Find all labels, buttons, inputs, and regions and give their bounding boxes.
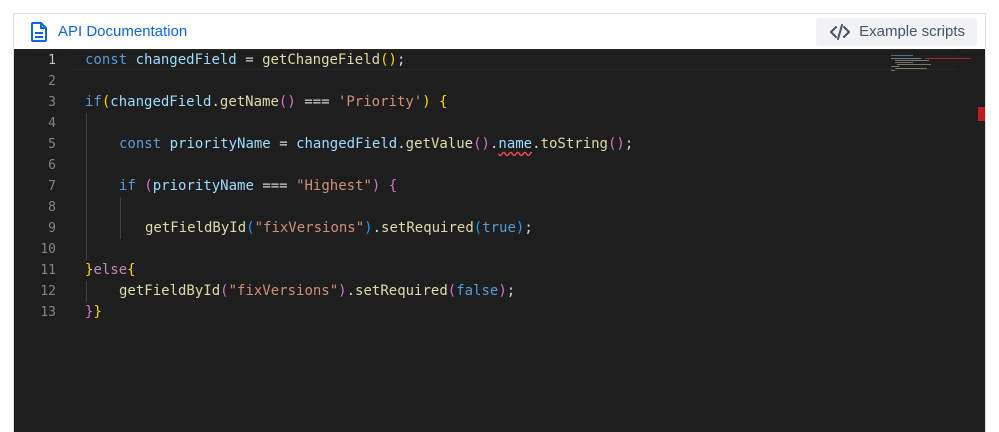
minimap[interactable] [891,55,971,85]
punctuation: . [372,220,382,236]
function-name: getName [219,94,279,110]
function-name: getChangeField [262,52,381,68]
punctuation: ; [506,283,516,299]
boolean-literal: true [482,220,516,236]
bracket: ) [364,220,373,236]
code-editor[interactable]: 1 2 3 4 5 6 7 8 9 10 11 12 13 const chan… [14,49,985,432]
bracket: { [127,262,136,278]
bracket: ( [144,178,153,194]
property-error: name [498,136,533,152]
line-number-gutter: 1 2 3 4 5 6 7 8 9 10 11 12 13 [14,49,70,432]
string-literal: "Highest" [296,178,372,194]
string-literal: 'Priority' [337,94,423,110]
keyword: if [85,94,102,110]
function-name: getFieldById [145,220,247,236]
bracket: ) [422,94,431,110]
function-name: toString [540,136,608,152]
editor-toolbar: API Documentation Example scripts [14,14,985,49]
identifier: changedField [135,52,237,68]
punctuation: ; [396,52,406,68]
punctuation: . [211,94,220,110]
identifier: priorityName [169,136,271,152]
bracket: } [93,304,102,320]
code-line-7: if (priorityName === "Highest") { [119,176,397,197]
line-number: 13 [40,305,56,320]
punctuation: . [532,136,541,152]
bracket: ) [338,283,347,299]
bracket: ) [498,283,507,299]
line-number: 5 [48,137,56,152]
example-scripts-label: Example scripts [859,23,965,40]
code-line-1: const changedField = getChangeField(); [85,50,405,71]
api-documentation-label: API Documentation [58,23,188,40]
keyword: if [119,178,136,194]
line-number: 7 [48,179,56,194]
function-name: setRequired [355,283,448,299]
line-number: 3 [48,95,56,110]
keyword: else [93,262,128,278]
document-icon [30,21,48,42]
operator: = [245,52,254,68]
bracket: () [473,136,490,152]
bracket: ) [388,52,397,68]
error-marker [978,107,985,121]
bracket: ( [220,283,229,299]
bracket: () [607,136,625,152]
vertical-scrollbar[interactable] [971,49,985,432]
api-documentation-link[interactable]: API Documentation [30,21,188,42]
example-scripts-button[interactable]: Example scripts [816,17,977,46]
line-number: 9 [48,221,56,236]
code-line-11: }else{ [85,260,136,281]
punctuation: ; [624,136,634,152]
code-line-12: getFieldById("fixVersions").setRequired(… [119,281,515,302]
code-line-5: const priorityName = changedField.getVal… [119,134,633,155]
string-literal: "fixVersions" [228,283,339,299]
identifier: priorityName [152,178,254,194]
keyword: const [85,52,128,68]
string-literal: "fixVersions" [254,220,365,236]
script-editor-panel: API Documentation Example scripts 1 2 3 … [13,13,986,432]
indent-guide [86,113,87,260]
function-name: getValue [405,136,474,152]
punctuation: . [346,283,356,299]
line-number: 12 [40,284,56,299]
indent-guide [120,197,121,239]
bracket: ( [473,220,483,236]
function-name: getFieldById [119,283,221,299]
operator: === [304,94,330,110]
bracket: { [388,178,398,194]
indent-guide [86,281,87,302]
line-number: 4 [48,116,56,131]
operator: = [279,136,288,152]
bracket: ( [380,52,389,68]
bracket: ( [246,220,255,236]
line-number: 8 [48,200,56,215]
line-number: 6 [48,158,56,173]
line-number: 1 [48,53,56,68]
bracket: ) [287,94,296,110]
code-icon [830,23,851,40]
line-number: 2 [48,74,56,89]
bracket: { [439,94,448,110]
code-line-9: getFieldById("fixVersions").setRequired(… [145,218,533,239]
identifier: changedField [110,94,212,110]
keyword: const [119,136,162,152]
function-name: setRequired [381,220,474,236]
bracket: ( [447,283,457,299]
code-line-13: }} [85,302,102,323]
code-area[interactable]: const changedField = getChangeField(); i… [85,49,955,432]
operator: === [262,178,288,194]
line-number: 10 [40,242,56,257]
boolean-literal: false [456,283,499,299]
punctuation: ; [524,220,533,236]
identifier: changedField [296,136,398,152]
punctuation: . [397,136,406,152]
line-number: 11 [40,263,56,278]
code-line-3: if(changedField.getName() === 'Priority'… [85,92,448,113]
